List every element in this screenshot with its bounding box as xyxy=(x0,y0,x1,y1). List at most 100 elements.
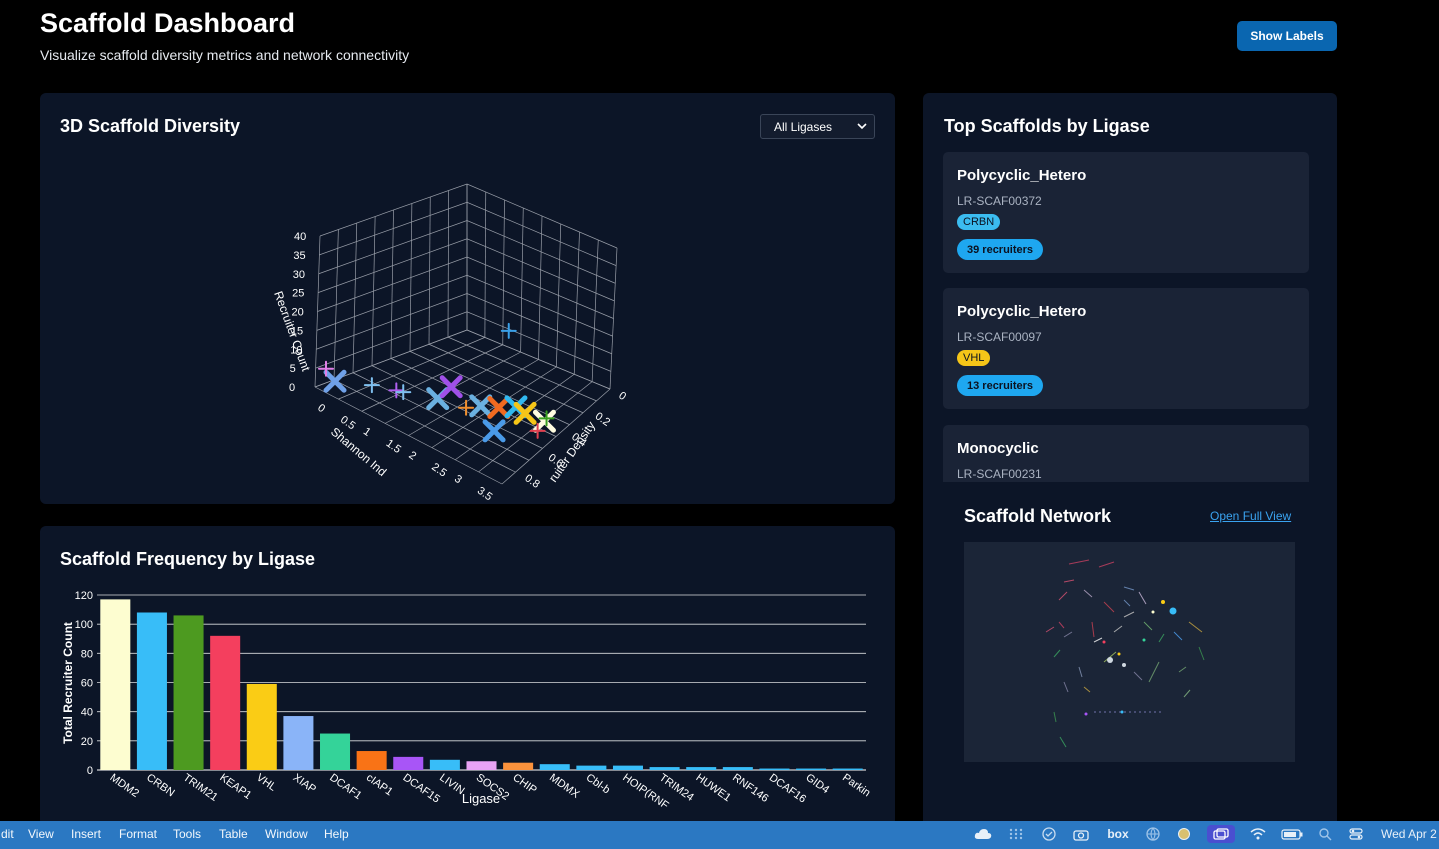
bar xyxy=(100,599,131,770)
data-point xyxy=(469,394,493,418)
bar xyxy=(173,615,204,770)
bar xyxy=(832,768,863,770)
menu-table[interactable]: Table xyxy=(219,827,248,841)
x-axis-label: Shannon Ind xyxy=(328,425,389,479)
data-point xyxy=(317,360,334,377)
z-tick-label: 0 xyxy=(289,382,295,394)
bar xyxy=(759,768,790,770)
wifi-icon[interactable] xyxy=(1248,825,1268,843)
data-point xyxy=(439,375,463,399)
bar xyxy=(356,751,387,770)
y-axis-label: Total Recruiter Count xyxy=(61,622,75,744)
x-tick-label: MDM2 xyxy=(108,772,141,800)
scaffold-id: LR-SCAF00231 xyxy=(957,467,1042,481)
bar xyxy=(576,765,607,770)
top-scaffolds-panel: Top Scaffolds by Ligase Polycyclic_Heter… xyxy=(923,93,1337,828)
y-tick-label: 120 xyxy=(75,590,93,602)
y-tick-label: 60 xyxy=(81,678,93,690)
ligase-badge: VHL xyxy=(957,350,991,366)
scaffold-network-graph[interactable] xyxy=(964,542,1295,762)
x-tick-label: MDMX xyxy=(547,772,582,801)
bar xyxy=(503,762,534,770)
menu-edit[interactable]: dit xyxy=(1,827,14,841)
check-circle-icon[interactable] xyxy=(1039,825,1059,843)
search-icon[interactable] xyxy=(1315,825,1335,843)
grid-icon[interactable] xyxy=(1006,825,1026,843)
data-point xyxy=(395,384,412,401)
menu-clock: Wed Apr 2 xyxy=(1381,827,1437,841)
bar xyxy=(393,756,424,770)
x-tick-label: DCAF1 xyxy=(327,772,363,803)
top-scaffolds-title: Top Scaffolds by Ligase xyxy=(944,116,1150,136)
cloud-icon[interactable] xyxy=(972,825,994,843)
x-tick-label: KEAP1 xyxy=(217,772,253,802)
x-tick-label: CRBN xyxy=(144,772,176,800)
bar xyxy=(283,716,314,770)
x-tick-label: DCAF16 xyxy=(767,772,808,806)
y-tick-label: 80 xyxy=(81,648,93,660)
circle-icon[interactable] xyxy=(1174,825,1194,843)
z-tick-label: 5 xyxy=(290,363,296,375)
x-tick-label: Cbl-b xyxy=(584,772,612,797)
y-tick-label: 100 xyxy=(75,619,93,631)
x-tick-label: 1 xyxy=(361,426,373,439)
page-title: Scaffold Dashboard xyxy=(40,8,296,38)
bar xyxy=(429,759,460,770)
scaffold-card[interactable]: Polycyclic_Hetero LR-SCAF00097 VHL 13 re… xyxy=(943,288,1309,409)
scatter-3d-plot[interactable]: 051015202530354000.5 11.5 22.5 33.500.20.40… xyxy=(40,93,895,504)
network-graph-canvas xyxy=(1045,559,1205,748)
x-tick-label: GID4 xyxy=(803,772,831,797)
scaffold-id: LR-SCAF00097 xyxy=(957,330,1042,344)
x-tick-label: CHIP xyxy=(510,772,538,797)
y-tick-label: 0.8 xyxy=(522,472,541,491)
diversity-panel: 3D Scaffold Diversity All Ligases 0 5 10 15… xyxy=(40,93,895,504)
globe-icon[interactable] xyxy=(1143,825,1163,843)
scaffold-card-list[interactable]: Polycyclic_Hetero LR-SCAF00372 CRBN 39 r… xyxy=(943,152,1309,482)
x-tick-label: 3 xyxy=(452,473,464,486)
battery-icon[interactable] xyxy=(1280,825,1304,843)
bar xyxy=(686,767,717,770)
camera-icon[interactable] xyxy=(1071,825,1091,843)
bar xyxy=(466,761,497,770)
scaffold-id: LR-SCAF00372 xyxy=(957,194,1042,208)
scaffold-card[interactable]: Monocyclic LR-SCAF00231 xyxy=(943,425,1309,482)
menu-help[interactable]: Help xyxy=(324,827,349,841)
control-center-icon[interactable] xyxy=(1346,825,1366,843)
network-title: Scaffold Network xyxy=(964,506,1112,526)
show-labels-button[interactable]: Show Labels xyxy=(1237,21,1337,51)
z-axis-label: Recruiter Count xyxy=(271,289,313,373)
ligase-badge: CRBN xyxy=(957,214,1001,230)
menu-insert[interactable]: Insert xyxy=(71,827,101,841)
open-full-view-link[interactable]: Open Full View xyxy=(1210,509,1291,523)
bar xyxy=(612,765,643,770)
window-icon[interactable] xyxy=(1207,825,1235,843)
system-menu-bar: dit View Insert Format Tools Table Windo… xyxy=(0,821,1439,849)
x-tick-label: DCAF15 xyxy=(401,772,442,806)
menu-tools[interactable]: Tools xyxy=(173,827,201,841)
frequency-panel: Scaffold Frequency by Ligase 0 20 40 60 80 10… xyxy=(40,526,895,826)
frequency-bar-chart[interactable]: 0 20 40 60 80 100 120 MDM2 CRBN TRIM21KEAP1 VHL XIA… xyxy=(40,526,895,826)
z-tick-label: 30 xyxy=(293,269,305,281)
scaffold-name: Polycyclic_Hetero xyxy=(957,167,1087,184)
x-tick-label: 2 xyxy=(406,449,418,462)
y-tick-label: 0 xyxy=(616,390,628,403)
x-tick-label: 0 xyxy=(315,402,327,415)
recruiter-count-badge: 13 recruiters xyxy=(957,375,1044,396)
x-tick-label: RNF146 xyxy=(730,772,770,805)
menu-view[interactable]: View xyxy=(28,827,54,841)
y-tick-label: 0 xyxy=(87,765,93,777)
x-tick-label: HUWE1 xyxy=(693,772,732,805)
data-point xyxy=(487,396,511,419)
menu-window[interactable]: Window xyxy=(265,827,308,841)
menu-format[interactable]: Format xyxy=(119,827,157,841)
x-tick-label: TRIM21 xyxy=(181,772,220,804)
data-point xyxy=(323,369,347,393)
x-axis-label: Ligase xyxy=(462,791,500,806)
x-tick-label: Parkin xyxy=(840,772,872,800)
box-app-label[interactable]: box xyxy=(1103,825,1133,843)
scaffold-name: Polycyclic_Hetero xyxy=(957,303,1087,320)
scaffold-card[interactable]: Polycyclic_Hetero LR-SCAF00372 CRBN 39 r… xyxy=(943,152,1309,273)
y-tick-label: 20 xyxy=(81,736,93,748)
x-tick-label: VHL xyxy=(254,772,278,794)
x-tick-label: 1.5 xyxy=(384,437,403,456)
